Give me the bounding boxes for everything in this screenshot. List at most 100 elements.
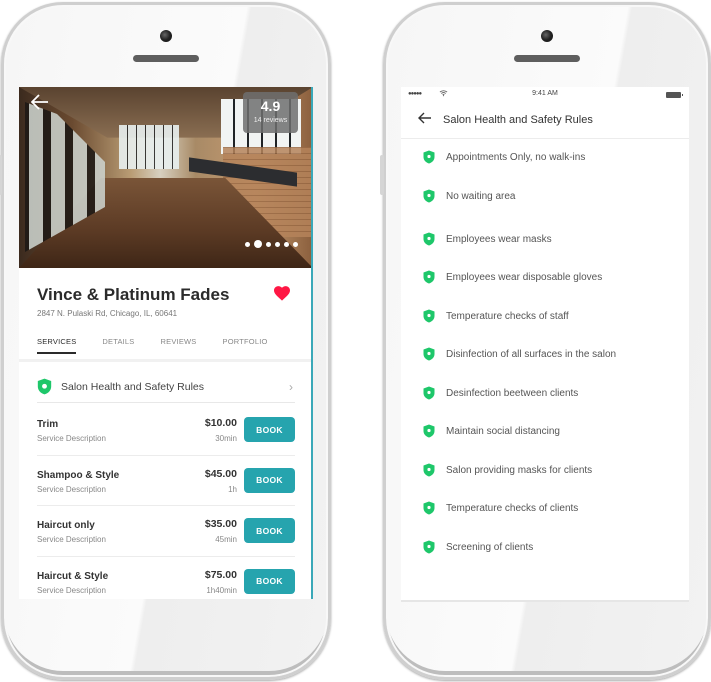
photo-window [119,125,179,169]
favorite-button[interactable] [273,285,293,305]
tab-portfolio[interactable]: PORTFOLIO [223,337,268,354]
service-row: Haircut & Style Service Description $75.… [37,557,295,600]
tabs-divider [19,359,311,362]
service-duration: 1h [228,484,237,494]
shield-icon [423,309,435,323]
page-title: Salon Health and Safety Rules [443,114,593,126]
service-price: $10.00 [204,417,237,429]
rule-item: Screening of clients [423,539,533,555]
health-safety-rules-label: Salon Health and Safety Rules [61,380,205,393]
salon-address: 2847 N. Pulaski Rd, Chicago, IL, 60641 [37,309,178,318]
rating-badge: 4.9 14 reviews [243,92,298,133]
wifi-icon [439,89,448,99]
carousel-dot[interactable] [275,241,280,247]
carousel-indicator [245,240,298,248]
battery-icon [666,92,683,98]
nav-header: Salon Health and Safety Rules [401,103,689,139]
rule-text: Employees wear masks [446,233,552,245]
health-safety-rules-screen: ●●●●● 9:41 AM Salon Health and Safety Ru… [401,87,689,602]
shield-icon [423,424,435,438]
rule-text: Desinfection beetween clients [446,387,579,399]
rule-item: Maintain social distancing [423,423,560,439]
shield-icon [423,501,435,515]
rule-text: Temperature checks of clients [446,502,579,514]
service-name: Shampoo & Style [37,469,120,481]
service-price: $35.00 [204,518,237,530]
back-button[interactable] [30,93,53,115]
shield-icon [423,463,435,477]
service-row: Trim Service Description $10.00 30min BO… [37,405,295,456]
rule-text: Temperature checks of staff [446,310,569,322]
shield-icon [37,378,52,395]
book-button[interactable]: BOOK [244,518,295,543]
salon-detail-screen: 4.9 14 reviews Vince & Platinum Fades 28… [19,87,313,599]
tab-services[interactable]: SERVICES [37,337,77,354]
service-name: Haircut & Style [37,570,109,582]
rule-item: Appointments Only, no walk-ins [423,149,585,165]
rule-text: Employees wear disposable gloves [446,271,603,283]
shield-icon [423,347,435,361]
tab-details[interactable]: DETAILS [102,337,134,354]
service-description: Service Description [37,535,106,544]
rating-score: 4.9 [260,98,281,114]
salon-name: Vince & Platinum Fades [37,285,230,304]
service-price: $75.00 [204,568,237,581]
service-duration: 45min [215,535,237,544]
service-description: Service Description [37,585,106,595]
arrow-left-icon [418,112,431,124]
review-count: 14 reviews [253,117,288,124]
shield-icon [423,189,435,203]
front-camera [160,30,172,42]
rule-item: Temperature checks of staff [423,308,569,324]
section-tabs: SERVICES DETAILS REVIEWS PORTFOLIO [37,337,294,354]
chevron-right-icon: › [289,379,293,394]
front-camera [541,30,553,42]
rule-item: Desinfection beetween clients [423,385,578,401]
rule-text: Maintain social distancing [446,425,560,437]
phone-frame-left: 4.9 14 reviews Vince & Platinum Fades 28… [0,2,331,680]
rule-text: Screening of clients [446,541,534,553]
rule-item: Employees wear masks [423,231,552,247]
rule-text: Appointments Only, no walk-ins [446,151,586,163]
service-duration: 30min [215,434,237,443]
heart-icon [274,286,290,301]
rule-item: Temperature checks of clients [423,500,578,516]
service-name: Trim [37,419,59,430]
book-button[interactable]: BOOK [244,467,295,493]
service-duration: 1h40min [206,585,237,595]
phone-frame-right: ●●●●● 9:41 AM Salon Health and Safety Ru… [380,2,711,680]
shield-icon [423,150,435,164]
service-row: Shampoo & Style Service Description $45.… [37,456,295,506]
carousel-dot[interactable] [293,241,298,247]
rule-item: No waiting area [423,188,515,204]
back-button[interactable] [418,111,432,129]
shield-icon [423,386,435,400]
shield-icon [423,232,435,246]
rule-text: Salon providing masks for clients [446,464,593,476]
services-list: Trim Service Description $10.00 30min BO… [37,405,295,599]
rule-text: Disinfection of all surfaces in the salo… [446,348,617,360]
health-safety-rules-link[interactable]: Salon Health and Safety Rules › [37,371,295,403]
book-button[interactable]: BOOK [244,417,295,442]
rule-item: Salon providing masks for clients [423,462,592,478]
carousel-dot[interactable] [245,241,250,247]
rule-item: Disinfection of all surfaces in the salo… [423,346,616,362]
status-bar: ●●●●● 9:41 AM [401,87,689,103]
rule-item: Employees wear disposable gloves [423,269,602,285]
salon-photo-carousel[interactable]: 4.9 14 reviews [19,87,311,268]
shield-icon [423,540,435,554]
book-button[interactable]: BOOK [244,568,295,594]
service-price: $45.00 [204,467,237,480]
service-description: Service Description [37,434,106,443]
service-description: Service Description [37,484,106,494]
carousel-dot[interactable] [284,241,289,247]
carousel-dot-active[interactable] [254,240,262,248]
rule-text: No waiting area [446,190,516,202]
arrow-left-icon [30,94,48,110]
carousel-dot[interactable] [266,241,271,247]
earpiece-speaker [514,55,580,62]
service-row: Haircut only Service Description $35.00 … [37,506,295,557]
shield-icon [423,270,435,284]
tab-reviews[interactable]: REVIEWS [161,337,197,354]
signal-icon: ●●●●● [408,91,422,97]
